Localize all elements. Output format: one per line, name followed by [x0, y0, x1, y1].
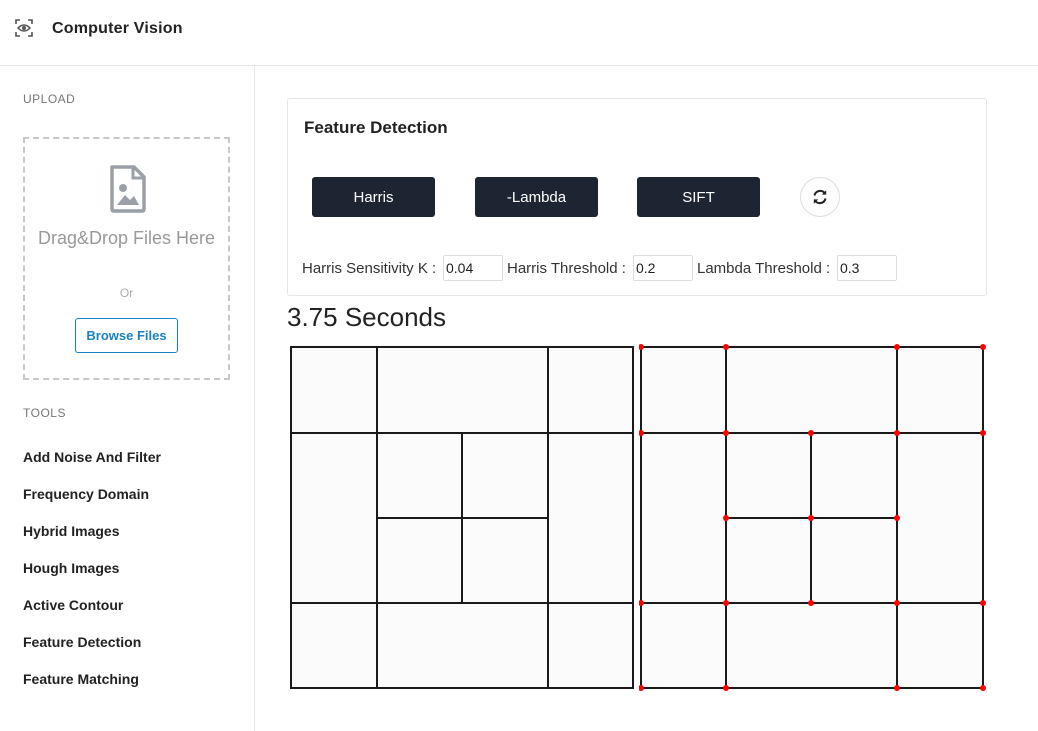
corner-point: [723, 685, 729, 691]
tool-feature-matching[interactable]: Feature Matching: [23, 671, 139, 687]
corner-point: [894, 430, 900, 436]
dropzone-or-text: Or: [119, 286, 134, 300]
top-bar: Computer Vision: [0, 0, 1038, 66]
lambda-button[interactable]: -Lambda: [475, 177, 598, 217]
harris-k-label: Harris Sensitivity K :: [302, 260, 437, 277]
corner-point: [894, 515, 900, 521]
corner-point: [980, 344, 986, 350]
sift-button[interactable]: SIFT: [637, 177, 760, 217]
card-title: Feature Detection: [304, 118, 448, 137]
corner-point: [723, 344, 729, 350]
upload-section-label: UPLOAD: [23, 92, 76, 106]
tool-feature-detection[interactable]: Feature Detection: [23, 634, 141, 650]
dropzone-text: Drag&Drop Files Here: [37, 228, 216, 248]
tools-section-label: TOOLS: [23, 406, 66, 420]
harris-threshold-label: Harris Threshold :: [507, 260, 626, 277]
harris-k-input[interactable]: [443, 255, 503, 281]
corner-point: [808, 600, 814, 606]
corner-point: [723, 600, 729, 606]
refresh-button[interactable]: [800, 177, 840, 217]
original-image: [290, 345, 634, 689]
corner-point: [980, 430, 986, 436]
processing-time: 3.75 Seconds: [287, 302, 447, 332]
harris-threshold-input[interactable]: [633, 255, 693, 281]
refresh-icon: [813, 189, 827, 205]
corner-point: [808, 430, 814, 436]
lambda-threshold-input[interactable]: [837, 255, 897, 281]
image-file-icon: [110, 165, 146, 213]
harris-button[interactable]: Harris: [312, 177, 435, 217]
browse-files-button[interactable]: Browse Files: [75, 318, 178, 353]
tool-active-contour[interactable]: Active Contour: [23, 597, 123, 613]
feature-detection-card: Feature Detection Harris -Lambda SIFT Ha…: [287, 98, 987, 296]
corner-point: [980, 685, 986, 691]
eye-scan-icon: [15, 19, 33, 37]
tool-frequency-domain[interactable]: Frequency Domain: [23, 486, 149, 502]
corner-point: [808, 515, 814, 521]
corner-point: [723, 430, 729, 436]
tool-hybrid-images[interactable]: Hybrid Images: [23, 523, 119, 539]
app-title: Computer Vision: [52, 20, 183, 37]
tool-add-noise-and-filter[interactable]: Add Noise And Filter: [23, 449, 161, 465]
corner-point: [894, 344, 900, 350]
main-content: Feature Detection Harris -Lambda SIFT Ha…: [256, 66, 1038, 731]
corner-point: [723, 515, 729, 521]
tool-hough-images[interactable]: Hough Images: [23, 560, 119, 576]
file-dropzone[interactable]: Drag&Drop Files Here Or Browse Files: [23, 137, 230, 380]
sidebar: UPLOAD Drag&Drop Files Here Or Browse Fi…: [0, 66, 255, 731]
output-image: [639, 344, 986, 691]
corner-point: [894, 600, 900, 606]
corner-point: [894, 685, 900, 691]
corner-point: [980, 600, 986, 606]
lambda-threshold-label: Lambda Threshold :: [697, 260, 831, 277]
